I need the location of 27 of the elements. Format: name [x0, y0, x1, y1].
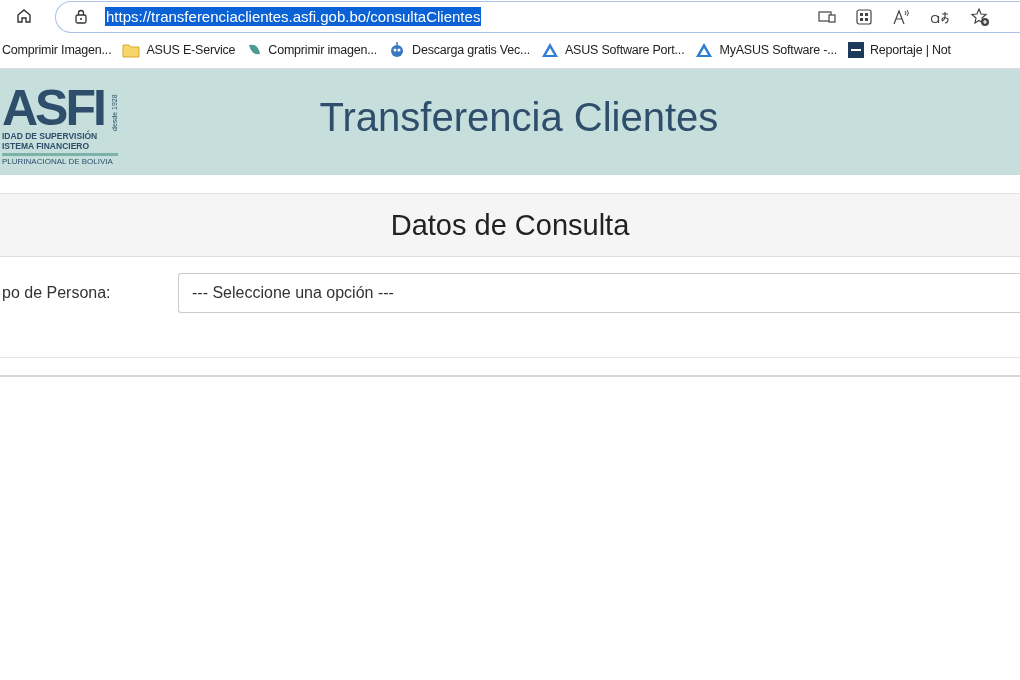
read-aloud-icon[interactable] — [892, 8, 910, 25]
url-text[interactable]: https://transferenciaclientes.asfi.gob.bo/consultaClientes — [105, 7, 482, 26]
logo-line: PLURINACIONAL DE BOLIVIA — [2, 152, 118, 166]
grid-icon[interactable] — [856, 8, 872, 25]
translate-icon[interactable] — [930, 9, 950, 24]
logo-line: IDAD DE SUPERVISIÓN — [2, 130, 99, 141]
page-title: Transferencia Clientes — [318, 94, 720, 140]
folder-icon — [122, 42, 141, 58]
triangle-logo-icon — [540, 42, 559, 58]
bookmark[interactable]: Descarga gratis Vec... — [388, 42, 530, 58]
device-icon[interactable] — [818, 9, 836, 24]
logo-line: ISTEMA FINANCIERO — [2, 140, 91, 151]
triangle-logo-icon — [695, 42, 714, 58]
bookmark[interactable]: Comprimir imagen... — [246, 42, 378, 58]
bookmark[interactable]: ASUS Software Port... — [540, 42, 685, 58]
bookmark[interactable]: ASUS E-Service — [122, 42, 236, 58]
news-logo-icon — [848, 42, 864, 58]
bookmark[interactable]: MyASUS Software -... — [695, 42, 837, 58]
logo-mark: ASFI — [2, 84, 105, 131]
bookmark[interactable]: Reportaje | Not — [848, 42, 951, 58]
bookmark[interactable]: Comprimir Imagen... — [2, 43, 112, 57]
select-field[interactable]: --- Seleccione una opción --- — [178, 273, 1020, 313]
home-icon[interactable] — [15, 7, 33, 25]
lock-icon[interactable] — [74, 8, 88, 25]
panel-heading: Datos de Consulta — [390, 208, 630, 242]
field-label: po de Persona: — [1, 283, 112, 302]
favorite-add-icon[interactable] — [970, 6, 990, 27]
